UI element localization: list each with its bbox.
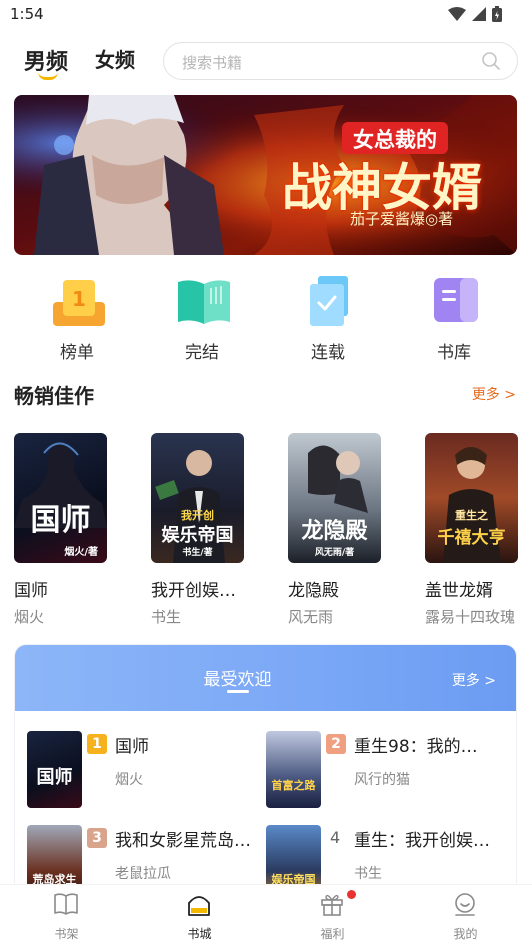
search-input[interactable]: 搜索书籍 bbox=[163, 42, 518, 80]
rank-cover-title: 国师 bbox=[36, 767, 73, 788]
cover-author: 风无雨/著 bbox=[314, 548, 355, 558]
rank-badge: 2 bbox=[326, 734, 346, 754]
book-author: 烟火 bbox=[14, 608, 45, 626]
profile-icon bbox=[455, 893, 475, 916]
wifi-icon bbox=[448, 7, 466, 21]
quick-nav-serial[interactable]: 连载 bbox=[273, 268, 383, 363]
quick-nav-library[interactable]: 书库 bbox=[399, 268, 509, 363]
quick-nav-ranking-label: 榜单 bbox=[60, 343, 94, 363]
bestsellers-title: 畅销佳作 bbox=[14, 384, 94, 408]
search-icon[interactable] bbox=[481, 51, 501, 71]
status-icons bbox=[448, 6, 502, 22]
book-title[interactable]: 龙隐殿 bbox=[288, 576, 388, 601]
chevron-right-icon: > bbox=[504, 387, 516, 403]
status-bar: 1:54 bbox=[0, 0, 532, 30]
rank-author: 风行的猫 bbox=[354, 772, 410, 788]
bottom-nav-bookshelf[interactable]: 书架 bbox=[0, 885, 133, 946]
bestsellers-more-label: 更多 bbox=[471, 387, 500, 403]
popular-more-label: 更多 bbox=[451, 673, 480, 689]
book-title[interactable]: 盖世龙婿 bbox=[425, 576, 525, 601]
book-cover[interactable]: 我开创 娱乐帝国 书生/著 bbox=[151, 433, 244, 563]
popular-header: 最受欢迎 更多 > bbox=[15, 645, 516, 711]
book-title[interactable]: 我开创娱乐帝国 bbox=[151, 576, 236, 601]
rank-cover: 首富之路 bbox=[266, 731, 321, 808]
quick-nav: 1 榜单 完结 连载 书库 bbox=[0, 268, 532, 363]
bottom-nav-bookstore[interactable]: 书城 bbox=[133, 885, 266, 946]
rank-title: 重生98：我的首富之路 bbox=[354, 737, 494, 757]
search-placeholder: 搜索书籍 bbox=[182, 54, 243, 72]
bottom-nav-profile[interactable]: 我的 bbox=[399, 885, 532, 946]
bestsellers-more-link[interactable]: 更多 > bbox=[472, 384, 516, 404]
popular-tab-indicator bbox=[227, 690, 249, 693]
popular-title[interactable]: 最受欢迎 bbox=[15, 665, 460, 690]
quick-nav-serial-label: 连载 bbox=[311, 343, 345, 363]
gift-icon bbox=[321, 894, 343, 916]
library-icon bbox=[434, 278, 478, 322]
rank-cover: 国师 bbox=[27, 731, 82, 808]
book-cover[interactable]: 重生之 千禧大亨 bbox=[425, 433, 518, 563]
quick-nav-ranking[interactable]: 1 榜单 bbox=[22, 268, 132, 363]
quick-nav-completed[interactable]: 完结 bbox=[147, 268, 257, 363]
popular-card: 最受欢迎 更多 > 国师 1 国师 烟火 首富之路 2 重生98：我的首富之路 … bbox=[14, 644, 517, 894]
book-cover[interactable]: 国师 烟火/著 bbox=[14, 433, 107, 563]
serial-check-icon bbox=[310, 276, 348, 326]
tab-female[interactable]: 女频 bbox=[95, 44, 135, 73]
cover-top: 重生之 bbox=[455, 509, 488, 522]
bottom-nav-bookstore-label: 书城 bbox=[187, 927, 212, 941]
rank-author: 老鼠拉瓜 bbox=[115, 866, 171, 882]
top-bar: 男频 女频 搜索书籍 bbox=[0, 38, 532, 84]
popular-more-link[interactable]: 更多 > bbox=[452, 670, 496, 690]
rank-number: 4 bbox=[330, 828, 341, 847]
rank-author: 书生 bbox=[354, 866, 382, 882]
bookstore-icon bbox=[188, 896, 210, 916]
rank-title: 我和女影星荒岛求生 bbox=[115, 831, 255, 851]
bottom-nav-profile-label: 我的 bbox=[453, 927, 478, 941]
rank-title: 国师 bbox=[115, 737, 149, 757]
signal-icon bbox=[472, 7, 486, 21]
open-book-icon bbox=[178, 280, 230, 324]
cover-author: 书生/著 bbox=[182, 548, 213, 558]
cover-title: 国师 bbox=[30, 503, 91, 538]
bookshelf-icon bbox=[54, 893, 78, 915]
cover-author: 烟火/著 bbox=[64, 547, 98, 558]
book-author: 露易十四玫瑰 bbox=[425, 608, 516, 626]
rank-badge: 3 bbox=[87, 828, 107, 848]
status-time: 1:54 bbox=[10, 5, 44, 23]
book-author: 风无雨 bbox=[288, 608, 334, 626]
svg-text:1: 1 bbox=[72, 287, 86, 311]
list-item[interactable]: 首富之路 2 重生98：我的首富之路 风行的猫 bbox=[266, 731, 506, 811]
tab-active-indicator bbox=[38, 72, 58, 80]
quick-nav-library-label: 书库 bbox=[437, 343, 471, 363]
cover-title: 龙隐殿 bbox=[301, 519, 368, 544]
chevron-right-icon: > bbox=[484, 673, 496, 689]
bottom-nav-rewards[interactable]: 福利 bbox=[266, 885, 399, 946]
notification-dot bbox=[347, 890, 356, 899]
rank-badge: 1 bbox=[87, 734, 107, 754]
rank-title: 重生：我开创娱乐帝国 bbox=[354, 831, 494, 851]
rank-author: 烟火 bbox=[115, 772, 143, 788]
cover-title: 千禧大亨 bbox=[437, 528, 506, 548]
quick-nav-completed-label: 完结 bbox=[185, 343, 219, 363]
book-author: 书生 bbox=[151, 608, 182, 626]
rank-cover-title: 首富之路 bbox=[271, 779, 316, 792]
book-cover[interactable]: 龙隐殿 风无雨/著 bbox=[288, 433, 381, 563]
battery-icon bbox=[492, 6, 502, 22]
banner-author: 茄子爱酱爆◎著 bbox=[350, 210, 454, 228]
ranking-podium-icon: 1 bbox=[53, 280, 105, 326]
list-item[interactable]: 国师 1 国师 烟火 bbox=[27, 731, 267, 811]
bottom-nav: 书架 书城 福利 我的 bbox=[0, 884, 532, 946]
book-title[interactable]: 国师 bbox=[14, 576, 114, 601]
cover-title: 娱乐帝国 bbox=[161, 525, 234, 546]
bottom-nav-rewards-label: 福利 bbox=[320, 927, 345, 941]
bottom-nav-bookshelf-label: 书架 bbox=[54, 927, 79, 941]
